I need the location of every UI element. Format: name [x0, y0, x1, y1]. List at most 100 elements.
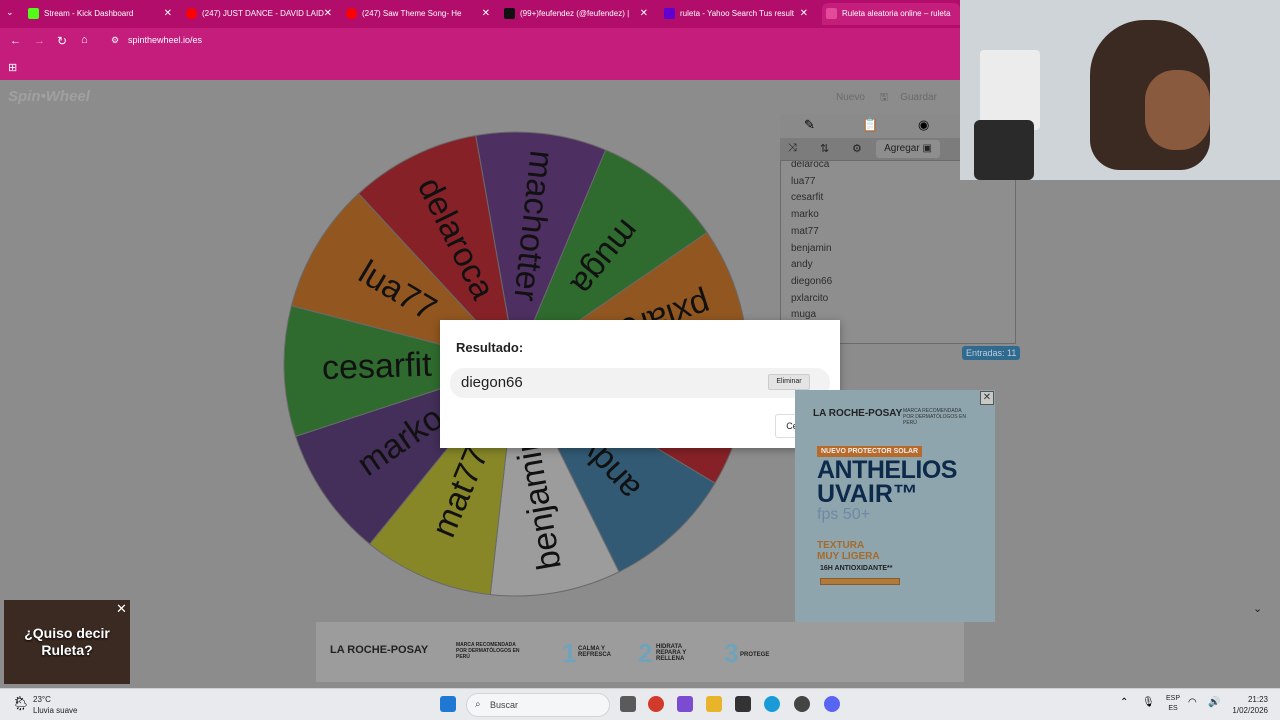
apps-grid-icon[interactable]: ⊞: [8, 61, 17, 74]
copilot-icon[interactable]: [677, 696, 693, 712]
tab-spinthewheel[interactable]: Ruleta aleatoria online – ruleta: [822, 3, 960, 25]
temperature: 23°C: [33, 695, 51, 704]
tab-youtube-just-dance[interactable]: (247) JUST DANCE - DAVID LAID ✕: [186, 3, 338, 25]
webcam-overlay: [960, 0, 1280, 180]
ad-progress-bar: [820, 578, 900, 585]
add-entry-button[interactable]: Agregar ▣: [876, 140, 940, 158]
tray-chevron-icon[interactable]: ⌃: [1120, 697, 1128, 708]
file-explorer-icon[interactable]: [706, 696, 722, 712]
entry-item[interactable]: delaroca: [791, 161, 829, 170]
tab-tiktok[interactable]: (99+)feufendez (@feufendez) | ✕: [504, 3, 654, 25]
result-name: diegon66: [461, 374, 523, 391]
microphone-icon[interactable]: 🎙: [1142, 697, 1155, 708]
tab-kick[interactable]: Stream - Kick Dashboard ✕: [28, 3, 178, 25]
language-indicator[interactable]: ESP ES: [1166, 694, 1180, 714]
site-logo[interactable]: Spin•Wheel: [8, 88, 90, 105]
close-icon[interactable]: ✕: [800, 3, 808, 25]
discord-icon[interactable]: [824, 696, 840, 712]
webcam-chair: [974, 120, 1034, 180]
entry-item[interactable]: muga: [791, 309, 816, 320]
tab-search-dropdown-icon[interactable]: ⌄: [6, 7, 14, 18]
step-2-number: 2: [638, 638, 653, 668]
forward-icon[interactable]: →: [34, 35, 45, 47]
volume-icon[interactable]: 🔊: [1208, 697, 1220, 708]
chrome-icon[interactable]: [648, 696, 664, 712]
tab-label: (247) Saw Theme Song- He: [362, 9, 462, 18]
shuffle-icon[interactable]: ⤨: [788, 142, 797, 155]
obs-icon[interactable]: [794, 696, 810, 712]
hide-eye-icon[interactable]: ◉: [918, 117, 929, 133]
entry-item[interactable]: diegon66: [791, 276, 832, 287]
ad-banner-bottom[interactable]: LA ROCHE-POSAY MARCA RECOMENDADA POR DER…: [316, 622, 964, 682]
kick-icon: [28, 8, 39, 20]
sort-icon[interactable]: ⇅: [820, 142, 829, 155]
new-button[interactable]: Nuevo: [836, 92, 865, 103]
task-view-icon[interactable]: [620, 696, 636, 712]
save-icon: 🖫: [879, 92, 889, 103]
tab-label: (247) JUST DANCE - DAVID LAID: [202, 9, 324, 18]
date: 1/02/2026: [1232, 706, 1268, 715]
entry-item[interactable]: andy: [791, 259, 813, 270]
tiktok-icon: [504, 8, 515, 20]
entry-item[interactable]: marko: [791, 209, 819, 220]
entries-count-badge: Entradas: 11: [962, 346, 1021, 360]
edit-pencil-icon[interactable]: ✎: [804, 117, 815, 133]
weather-widget[interactable]: 23°C Lluvia suave: [33, 694, 77, 716]
step-3-number: 3: [724, 638, 739, 668]
ad-bottom-brand: LA ROCHE-POSAY: [330, 644, 429, 656]
address-bar: ← → ↻ ⌂ ⚙ spinthewheel.io/es: [0, 28, 960, 56]
wifi-icon[interactable]: ◠: [1188, 697, 1197, 708]
edge-icon[interactable]: [764, 696, 780, 712]
spinthewheel-icon: [826, 8, 837, 20]
entry-item[interactable]: lua77: [791, 176, 815, 187]
remove-button[interactable]: Eliminar: [768, 374, 810, 390]
site-info-icon[interactable]: ⚙: [111, 35, 119, 46]
entries-list[interactable]: delaroca lua77 cesarfit marko mat77 benjamin a…: [780, 160, 1016, 344]
windows-taskbar: 🌦 23°C Lluvia suave ⌕ Buscar ⌃ 🎙 ESP ES …: [0, 688, 1280, 720]
start-menu-icon[interactable]: [440, 696, 456, 712]
entry-item[interactable]: pxlarcito: [791, 293, 828, 304]
tab-yahoo[interactable]: ruleta - Yahoo Search Tus result ✕: [664, 3, 814, 25]
ad-fps: fps 50+: [817, 506, 870, 523]
ad-texture: TEXTURA MUY LIGERA: [817, 540, 880, 562]
entry-item[interactable]: benjamin: [791, 243, 832, 254]
clipboard-icon[interactable]: 📋: [862, 117, 878, 133]
reload-icon[interactable]: ↻: [57, 34, 67, 48]
lang-secondary: ES: [1168, 705, 1178, 712]
search-label: Buscar: [490, 700, 519, 710]
ad-bottom-recommend: MARCA RECOMENDADA POR DERMATÓLOGOS EN PE…: [456, 642, 520, 660]
youtube-icon: [346, 8, 357, 20]
tab-label: (99+)feufendez (@feufendez) |: [520, 9, 630, 18]
weather-icon[interactable]: 🌦: [12, 695, 30, 712]
entry-item[interactable]: cesarfit: [791, 192, 823, 203]
tab-youtube-saw[interactable]: (247) Saw Theme Song- He ✕: [346, 3, 496, 25]
bookmarks-bar: ⊞: [0, 56, 960, 80]
ad-step-2: HIDRATA REPARA Y RELLENA: [656, 644, 687, 662]
chevron-down-icon[interactable]: ⌄: [1253, 602, 1262, 615]
back-icon[interactable]: ←: [10, 35, 21, 47]
image-icon: ▣: [922, 143, 932, 154]
ad-brand: LA ROCHE-POSAY: [813, 408, 903, 419]
ad-close-icon[interactable]: ✕: [980, 391, 994, 405]
ad-step-1: CALMA Y REFRESCA: [578, 646, 612, 658]
ad-banner-right[interactable]: LA ROCHE-POSAY MARCA RECOMENDADA POR DER…: [795, 390, 995, 622]
panel-toolbar: ⤨ ⇅ ⚙ Agregar ▣: [780, 138, 960, 160]
result-dialog: Resultado: diegon66 Eliminar Cerrar: [440, 320, 840, 448]
close-icon[interactable]: ✕: [640, 3, 648, 25]
save-button[interactable]: Guardar: [900, 92, 937, 103]
store-icon[interactable]: [735, 696, 751, 712]
clock[interactable]: 21:23 1/02/2026: [1228, 694, 1268, 716]
home-icon[interactable]: ⌂: [81, 34, 88, 46]
close-icon[interactable]: ✕: [324, 3, 332, 25]
close-icon[interactable]: ✕: [482, 3, 490, 25]
entry-item[interactable]: mat77: [791, 226, 819, 237]
close-icon[interactable]: ✕: [164, 3, 172, 25]
settings-icon[interactable]: ⚙: [852, 142, 862, 155]
lang-primary: ESP: [1166, 695, 1181, 702]
url-field[interactable]: spinthewheel.io/es: [128, 35, 202, 45]
thumbnail-close-icon[interactable]: ✕: [116, 601, 127, 617]
taskbar-search[interactable]: ⌕ Buscar: [466, 693, 610, 717]
add-label: Agregar: [884, 143, 920, 154]
search-icon: ⌕: [475, 699, 481, 710]
video-thumbnail[interactable]: ¿Quiso decir Ruleta? ✕: [4, 600, 130, 684]
